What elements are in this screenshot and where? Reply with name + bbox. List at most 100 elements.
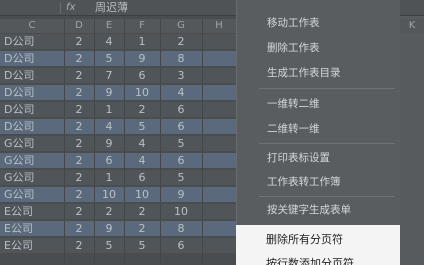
table-row[interactable]: G公司 2 10 10 9 [0,187,236,202]
cell-f[interactable]: 6 [124,170,160,185]
cell-g[interactable]: 8 [160,51,202,66]
cell-e[interactable]: 9 [94,85,124,100]
menu-item-sheet-to-workbook[interactable]: 工作表转工作簿 [267,174,341,190]
cell-g[interactable]: 2 [160,34,202,49]
cell-d[interactable]: 2 [64,119,94,134]
table-row[interactable]: E公司 2 2 2 10 [0,204,236,219]
cell-d[interactable]: 2 [64,136,94,151]
menu-item-generate-sheet-index[interactable]: 生成工作表目录 [267,65,341,81]
cell-g[interactable]: 9 [160,187,202,202]
cell-f[interactable]: 2 [124,102,160,117]
table-row[interactable]: E公司 2 9 2 8 [0,221,236,236]
table-row[interactable]: D公司 2 4 5 6 [0,119,236,134]
cell-d[interactable]: 2 [64,170,94,185]
cell-company[interactable]: E公司 [4,221,64,236]
cell-f[interactable]: 5 [124,119,160,134]
cell-e[interactable]: 9 [94,221,124,236]
cell-g[interactable]: 6 [160,102,202,117]
cell-g[interactable]: 6 [160,153,202,168]
cell-g[interactable]: 8 [160,221,202,236]
gridline [124,19,125,265]
formula-input[interactable]: 周迟薄 [95,0,128,16]
cell-e[interactable]: 5 [94,51,124,66]
cell-company[interactable]: D公司 [4,51,64,66]
cell-d[interactable]: 2 [64,238,94,253]
cell-d[interactable]: 2 [64,34,94,49]
cell-d[interactable]: 2 [64,68,94,83]
column-header-d[interactable]: D [64,19,94,33]
cell-f[interactable]: 4 [124,136,160,151]
column-header-f[interactable]: F [124,19,160,33]
cell-d[interactable]: 2 [64,51,94,66]
table-row[interactable]: D公司 2 7 6 3 [0,68,236,83]
cell-g[interactable]: 4 [160,85,202,100]
cell-g[interactable]: 6 [160,238,202,253]
menu-item-delete-all-page-breaks[interactable]: 删除所有分页符 [266,231,343,249]
cell-g[interactable]: 10 [160,204,202,219]
cell-e[interactable]: 5 [94,238,124,253]
menu-item-add-page-breaks-by-rows[interactable]: 按行数添加分页符 [266,255,354,265]
cell-company[interactable]: G公司 [4,187,64,202]
cell-f[interactable]: 5 [124,238,160,253]
cell-company[interactable]: D公司 [4,119,64,134]
cell-e[interactable]: 4 [94,119,124,134]
cell-g[interactable]: 5 [160,170,202,185]
table-row[interactable]: D公司 2 4 1 2 [0,34,236,49]
cell-g[interactable]: 5 [160,136,202,151]
menu-item-move-sheet[interactable]: 移动工作表 [267,15,320,31]
table-row[interactable]: G公司 2 9 4 5 [0,136,236,151]
column-header-e[interactable]: E [94,19,124,33]
cell-e[interactable]: 6 [94,153,124,168]
column-header-k[interactable]: K [400,19,424,33]
table-row[interactable]: D公司 2 9 10 4 [0,85,236,100]
table-row[interactable]: D公司 2 1 2 6 [0,102,236,117]
table-row[interactable]: G公司 2 1 6 5 [0,170,236,185]
cell-e[interactable]: 10 [94,187,124,202]
cell-e[interactable]: 9 [94,136,124,151]
table-row[interactable]: G公司 2 6 4 6 [0,153,236,168]
cell-company[interactable]: D公司 [4,34,64,49]
fx-icon[interactable]: fx [66,0,80,16]
cell-d[interactable]: 2 [64,102,94,117]
name-box-separator [60,2,61,14]
cell-g[interactable]: 6 [160,119,202,134]
cell-d[interactable]: 2 [64,153,94,168]
menu-item-generate-by-keyword[interactable]: 按关键字生成表单 [267,202,351,218]
cell-f[interactable]: 10 [124,85,160,100]
cell-e[interactable]: 1 [94,102,124,117]
cell-e[interactable]: 4 [94,34,124,49]
cell-f[interactable]: 4 [124,153,160,168]
menu-item-delete-sheet[interactable]: 删除工作表 [267,40,320,56]
cell-f[interactable]: 10 [124,187,160,202]
cell-g[interactable]: 3 [160,68,202,83]
cell-d[interactable]: 2 [64,221,94,236]
cell-d[interactable]: 2 [64,85,94,100]
table-row[interactable]: D公司 2 5 9 8 [0,51,236,66]
menu-item-2d-to-1d[interactable]: 二维转一维 [267,121,320,137]
cell-e[interactable]: 2 [94,204,124,219]
cell-company[interactable]: G公司 [4,153,64,168]
menu-item-1d-to-2d[interactable]: 一维转二维 [267,96,320,112]
cell-company[interactable]: D公司 [4,85,64,100]
cell-f[interactable]: 2 [124,204,160,219]
cell-f[interactable]: 6 [124,68,160,83]
column-header-g[interactable]: G [160,19,202,33]
menu-item-print-title-settings[interactable]: 打印表标设置 [267,150,330,166]
cell-e[interactable]: 7 [94,68,124,83]
column-header-c[interactable]: C [0,19,64,33]
cell-company[interactable]: E公司 [4,204,64,219]
table-row[interactable]: E公司 2 5 5 6 [0,238,236,253]
cell-f[interactable]: 2 [124,221,160,236]
cell-company[interactable]: G公司 [4,170,64,185]
cell-d[interactable]: 2 [64,187,94,202]
cell-f[interactable]: 9 [124,51,160,66]
cell-company[interactable]: D公司 [4,102,64,117]
cell-company[interactable]: G公司 [4,136,64,151]
cell-d[interactable]: 2 [64,204,94,219]
cell-f[interactable]: 1 [124,34,160,49]
column-header-h[interactable]: H [202,19,236,33]
cell-company[interactable]: E公司 [4,238,64,253]
cell-e[interactable]: 1 [94,170,124,185]
gridline [160,19,161,265]
cell-company[interactable]: D公司 [4,68,64,83]
